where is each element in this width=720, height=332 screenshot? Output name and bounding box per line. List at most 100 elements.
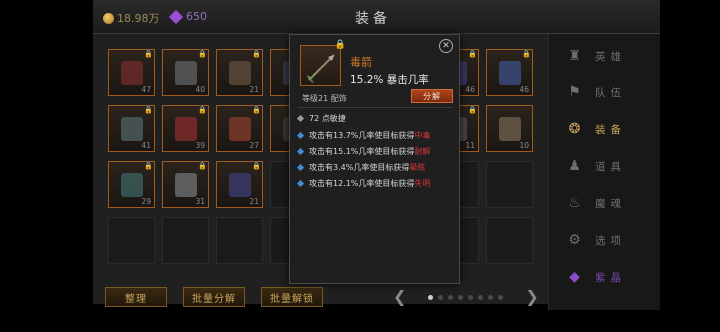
item-level: 31	[195, 197, 205, 206]
inventory-item-slot[interactable]: 🔒 40	[162, 49, 209, 96]
inventory-item-slot[interactable]: 🔒 41	[108, 105, 155, 152]
lock-icon: 🔒	[522, 50, 531, 58]
disassemble-button[interactable]: 分解	[411, 89, 453, 103]
item-level: 29	[141, 197, 151, 206]
page-dot[interactable]	[478, 294, 484, 300]
inventory-item-slot[interactable]: 🔒 21	[216, 49, 263, 96]
sort-button[interactable]: 整理	[105, 287, 167, 307]
equipment-item-icon	[499, 117, 521, 141]
bulk-unlock-button[interactable]: 批量解锁	[261, 287, 323, 307]
item-level: 41	[141, 141, 151, 150]
effect-line: 攻击有13.7%几率使目标获得 中毒	[296, 130, 431, 141]
inventory-empty-slot[interactable]	[162, 217, 209, 264]
sidebar-item-amethyst[interactable]: ◆ 紫晶	[569, 266, 626, 288]
equipment-item-icon	[121, 117, 143, 141]
sidebar-item-souls[interactable]: ♨ 魔魂	[568, 192, 626, 214]
diamond-bullet-icon	[296, 179, 305, 188]
sidebar-item-label: 魔魂	[595, 197, 626, 210]
equipment-item-icon	[175, 173, 197, 197]
item-name: 毒箭	[350, 56, 372, 69]
effect-line: 攻击有15.1%几率使目标获得 耐解	[296, 146, 431, 157]
gear-icon: ⚙	[568, 232, 586, 248]
inventory-item-slot[interactable]: 🔒 21	[216, 161, 263, 208]
lock-icon: 🔒	[252, 106, 261, 114]
effect-text: 攻击有15.1%几率使目标获得	[309, 147, 415, 156]
item-level: 10	[519, 141, 529, 150]
sidebar-item-options[interactable]: ⚙ 选项	[568, 229, 626, 251]
sidebar-item-items[interactable]: ♟ 道具	[568, 155, 626, 177]
sidebar: ♜ 英雄 ⚑ 队伍 ❂ 装备 ♟ 道具 ♨ 魔魂 ⚙ 选项 ◆ 紫晶	[548, 34, 660, 310]
inventory-item-slot[interactable]: 🔒 27	[216, 105, 263, 152]
item-icon: 🔒	[300, 40, 346, 86]
inventory-empty-slot[interactable]	[108, 217, 155, 264]
next-page-arrow-icon[interactable]: ❯	[525, 289, 538, 305]
tooltip-close-icon[interactable]: ✕	[439, 39, 453, 53]
base-stat-line: 72 点敏捷	[296, 113, 346, 124]
effect-status: 失明	[414, 179, 431, 188]
item-level: 21	[249, 197, 259, 206]
page-dot[interactable]	[448, 294, 454, 300]
inventory-empty-slot[interactable]	[486, 217, 533, 264]
item-level: 11	[465, 141, 475, 150]
equipment-item-icon	[175, 61, 197, 85]
page-dot[interactable]	[468, 294, 474, 300]
inventory-empty-slot[interactable]	[216, 217, 263, 264]
inventory-item-slot[interactable]: 10	[486, 105, 533, 152]
gold-coin-icon	[103, 12, 114, 24]
lock-icon: 🔒	[198, 162, 207, 170]
equipment-item-icon	[229, 117, 251, 141]
base-stat: 72 点敏捷	[309, 114, 346, 123]
bottom-bar: 整理 批量分解 批量解锁 ❮ ❯	[93, 286, 548, 310]
effect-text: 攻击有12.1%几率使目标获得	[309, 179, 415, 188]
sidebar-item-heroes[interactable]: ♜ 英雄	[568, 45, 626, 67]
lock-icon: 🔒	[144, 50, 153, 58]
top-bar: 18.98万 650 装备 ✕	[93, 0, 660, 34]
lock-icon: 🔒	[468, 50, 477, 58]
bag-icon: ♟	[568, 158, 586, 174]
equipment-icon: ❂	[568, 121, 586, 137]
bulk-disassemble-button[interactable]: 批量分解	[183, 287, 245, 307]
diamond-bullet-icon	[296, 163, 305, 172]
equipment-item-icon	[175, 117, 197, 141]
item-level: 46	[465, 85, 475, 94]
lock-icon: 🔒	[144, 162, 153, 170]
effect-status: 中毒	[414, 131, 431, 140]
item-tooltip: 🔒 毒箭 15.2% 暴击几率 ✕ 等级21 配饰 分解 72 点敏捷 攻击有1…	[289, 34, 460, 284]
equipment-item-icon	[229, 173, 251, 197]
diamond-bullet-icon	[296, 147, 305, 156]
sidebar-item-label: 选项	[595, 234, 626, 247]
lock-icon: 🔒	[334, 40, 346, 50]
inventory-empty-slot[interactable]	[486, 161, 533, 208]
item-level: 46	[519, 85, 529, 94]
inventory-item-slot[interactable]: 🔒 31	[162, 161, 209, 208]
crystal-icon: ◆	[569, 269, 585, 285]
diamond-bullet-icon	[296, 131, 305, 140]
page-dot[interactable]	[488, 294, 494, 300]
equipment-item-icon	[121, 173, 143, 197]
inventory-item-slot[interactable]: 🔒 47	[108, 49, 155, 96]
inventory-item-slot[interactable]: 🔒 39	[162, 105, 209, 152]
page-dot[interactable]	[438, 294, 444, 300]
effect-text: 攻击有3.4%几率使目标获得	[309, 163, 410, 172]
inventory-item-slot[interactable]: 🔒 46	[486, 49, 533, 96]
gold-counter: 18.98万	[103, 10, 160, 26]
lock-icon: 🔒	[252, 162, 261, 170]
inventory-item-slot[interactable]: 🔒 29	[108, 161, 155, 208]
sidebar-item-label: 队伍	[595, 86, 626, 99]
sidebar-item-label: 紫晶	[595, 271, 626, 284]
item-level: 47	[141, 85, 151, 94]
prev-page-arrow-icon[interactable]: ❮	[393, 289, 406, 305]
equipment-item-icon	[499, 61, 521, 85]
effect-status: 耐解	[414, 147, 431, 156]
page-dot[interactable]	[498, 294, 504, 300]
flag-icon: ⚑	[568, 84, 586, 100]
effect-line: 攻击有12.1%几率使目标获得 失明	[296, 178, 431, 189]
sidebar-item-team[interactable]: ⚑ 队伍	[568, 81, 626, 103]
page-dot[interactable]	[428, 294, 434, 300]
helmet-icon: ♜	[568, 48, 586, 64]
gem-amount: 650	[186, 10, 207, 23]
sidebar-item-label: 装备	[595, 123, 626, 136]
page-dot[interactable]	[458, 294, 464, 300]
sidebar-item-equipment[interactable]: ❂ 装备	[569, 118, 626, 140]
page-title: 装备	[355, 11, 391, 27]
